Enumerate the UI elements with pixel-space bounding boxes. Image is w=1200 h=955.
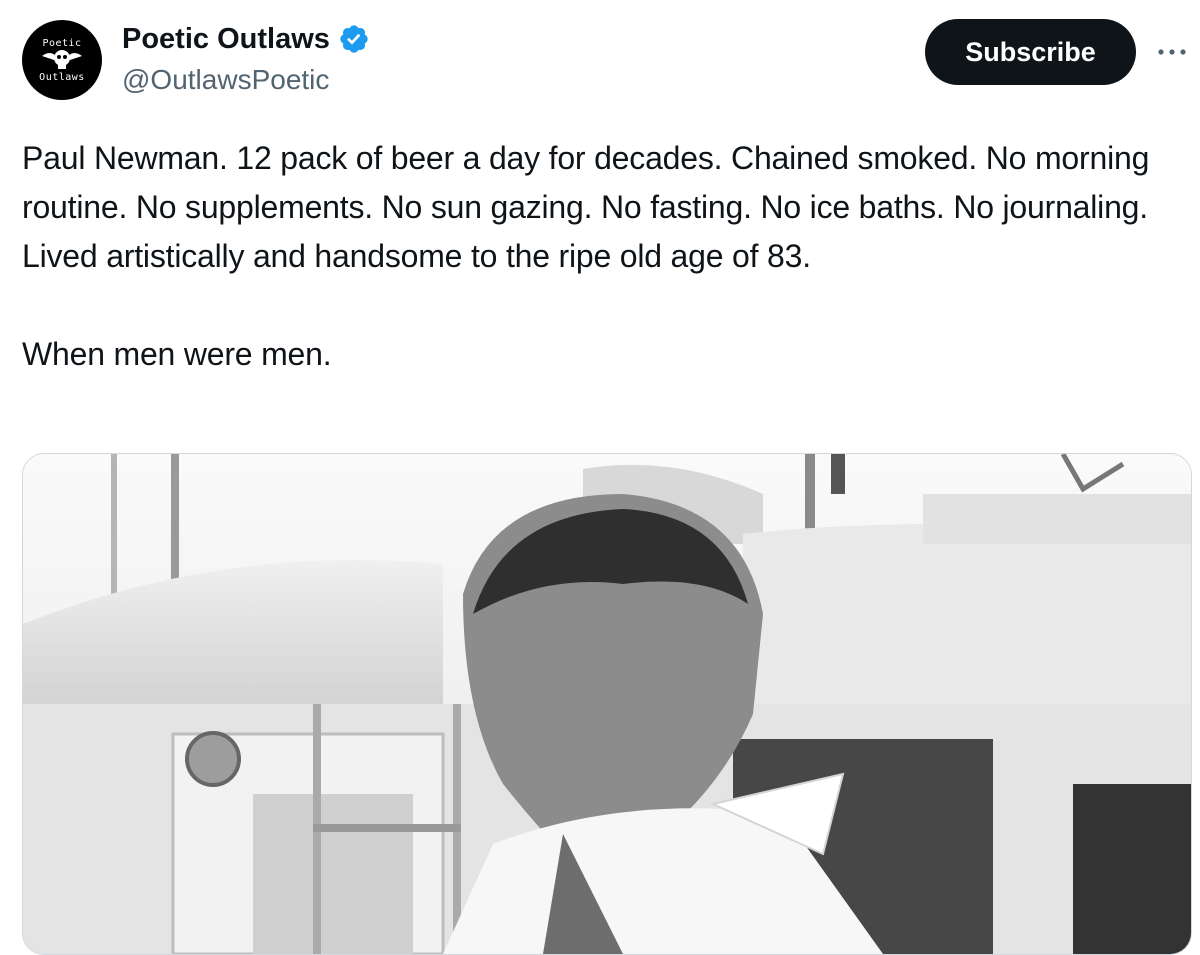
photo-image — [23, 454, 1191, 954]
avatar-bottom-text: Outlaws — [39, 72, 85, 83]
tweet-paragraph: Paul Newman. 12 pack of beer a day for d… — [22, 140, 1150, 274]
more-horizontal-icon[interactable] — [1154, 34, 1190, 70]
tweet-paragraph: When men were men. — [22, 336, 332, 372]
author-display-name[interactable]: Poetic Outlaws — [122, 20, 330, 58]
subscribe-button[interactable]: Subscribe — [925, 19, 1136, 85]
avatar[interactable]: Poetic Outlaws — [22, 20, 102, 100]
author-name-row[interactable]: Poetic Outlaws — [122, 20, 370, 58]
author-handle[interactable]: @OutlawsPoetic — [122, 62, 329, 98]
verified-badge-icon — [340, 25, 368, 53]
tweet-text: Paul Newman. 12 pack of beer a day for d… — [22, 134, 1182, 379]
tweet-photo[interactable] — [22, 453, 1192, 955]
winged-skull-icon — [42, 50, 82, 69]
